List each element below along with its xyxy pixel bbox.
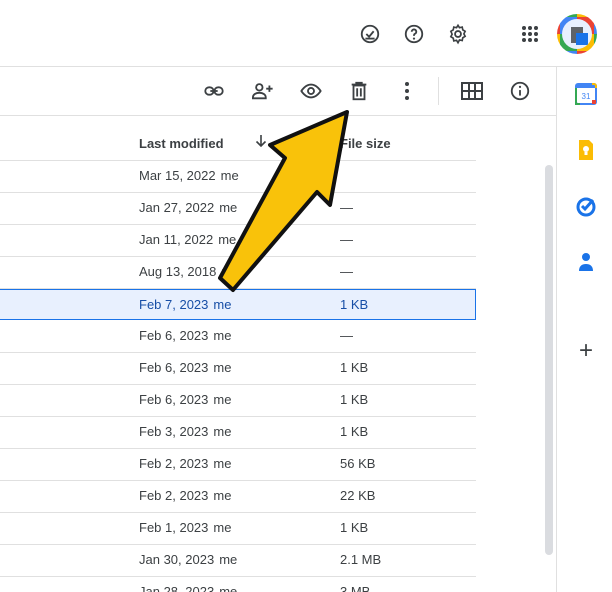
scrollbar[interactable] bbox=[545, 165, 553, 555]
selection-toolbar bbox=[0, 67, 556, 116]
file-size-cell: — bbox=[340, 264, 353, 279]
last-modified-cell: Feb 6, 2023 me bbox=[139, 392, 231, 407]
add-addon-icon[interactable]: + bbox=[575, 337, 597, 364]
modified-by: me bbox=[221, 264, 240, 279]
modified-date: Feb 1, 2023 bbox=[139, 520, 209, 535]
modified-by: me bbox=[213, 392, 232, 407]
file-size-cell: 3 MB bbox=[340, 584, 371, 592]
modified-date: Feb 2, 2023 bbox=[139, 456, 209, 471]
last-modified-cell: Feb 6, 2023 me bbox=[139, 328, 231, 343]
modified-date: Jan 30, 2023 bbox=[139, 552, 215, 567]
table-header: Last modified File size bbox=[0, 116, 476, 161]
modified-by: me bbox=[213, 297, 232, 312]
last-modified-cell: Feb 2, 2023 me bbox=[139, 456, 231, 471]
account-avatar[interactable] bbox=[557, 14, 597, 54]
file-list: Last modified File size Mar 15, 2022 me Ja… bbox=[0, 116, 540, 592]
table-row-selected[interactable]: Feb 7, 2023 me 1 KB bbox=[0, 289, 476, 320]
table-row[interactable]: Feb 6, 2023 me 1 KB bbox=[0, 353, 476, 385]
table-row[interactable]: Feb 1, 2023 me 1 KB bbox=[0, 513, 476, 545]
last-modified-cell: Feb 3, 2023 me bbox=[139, 424, 231, 439]
get-link-icon[interactable] bbox=[202, 79, 226, 103]
modified-date: Feb 6, 2023 bbox=[139, 360, 209, 375]
modified-date: Aug 13, 2018 bbox=[139, 264, 217, 279]
modified-date: Jan 11, 2022 bbox=[139, 232, 214, 247]
last-modified-cell: Jan 11, 2022 me bbox=[139, 232, 236, 247]
ready-for-offline-icon[interactable] bbox=[358, 22, 382, 46]
file-size-cell: 1 KB bbox=[340, 392, 369, 407]
modified-by: me bbox=[219, 584, 238, 592]
table-row[interactable]: Feb 2, 2023 me 56 KB bbox=[0, 449, 476, 481]
table-row[interactable]: Jan 30, 2023 me 2.1 MB bbox=[0, 545, 476, 577]
side-panel: 31 + bbox=[556, 67, 612, 592]
modified-by: me bbox=[219, 200, 238, 215]
file-size-cell: 1 KB bbox=[340, 297, 369, 312]
last-modified-cell: Jan 28, 2023 me bbox=[139, 584, 237, 592]
table-row[interactable]: Jan 28, 2023 me 3 MB bbox=[0, 577, 476, 592]
modified-date: Mar 15, 2022 bbox=[139, 168, 216, 183]
help-icon[interactable] bbox=[402, 22, 426, 46]
keep-icon[interactable] bbox=[575, 139, 597, 161]
modified-by: me bbox=[213, 520, 232, 535]
table-row[interactable]: Feb 6, 2023 me 1 KB bbox=[0, 385, 476, 417]
modified-date: Feb 3, 2023 bbox=[139, 424, 209, 439]
last-modified-cell: Feb 6, 2023 me bbox=[139, 360, 231, 375]
last-modified-cell: Aug 13, 2018 me bbox=[139, 264, 239, 279]
table-row[interactable]: Mar 15, 2022 me bbox=[0, 161, 476, 193]
table-row[interactable]: Jan 11, 2022 me — bbox=[0, 225, 476, 257]
modified-by: me bbox=[220, 168, 239, 183]
modified-date: Feb 7, 2023 bbox=[139, 297, 209, 312]
file-size-cell: 22 KB bbox=[340, 488, 376, 503]
modified-by: me bbox=[213, 360, 232, 375]
table-row[interactable]: Feb 6, 2023 me — bbox=[0, 321, 476, 353]
apps-grid-icon[interactable] bbox=[518, 22, 542, 46]
calendar-day-label: 31 bbox=[582, 92, 591, 101]
file-size-cell: 1 KB bbox=[340, 424, 369, 439]
table-row[interactable]: Jan 27, 2022 me — bbox=[0, 193, 476, 225]
more-actions-icon[interactable] bbox=[395, 79, 419, 103]
tasks-icon[interactable] bbox=[575, 195, 597, 217]
last-modified-cell: Jan 30, 2023 me bbox=[139, 552, 237, 567]
preview-icon[interactable] bbox=[299, 79, 323, 103]
contacts-icon[interactable] bbox=[575, 251, 597, 273]
last-modified-cell: Jan 27, 2022 me bbox=[139, 200, 237, 215]
table-row[interactable]: Aug 13, 2018 me — bbox=[0, 257, 476, 289]
file-size-cell: — bbox=[340, 328, 353, 343]
table-row[interactable]: Feb 2, 2023 me 22 KB bbox=[0, 481, 476, 513]
last-modified-cell: Mar 15, 2022 me bbox=[139, 168, 239, 183]
grid-view-icon[interactable] bbox=[460, 79, 484, 103]
top-bar bbox=[0, 0, 612, 67]
modified-date: Jan 28, 2023 bbox=[139, 584, 215, 592]
column-file-size[interactable]: File size bbox=[340, 136, 391, 151]
modified-date: Feb 6, 2023 bbox=[139, 392, 209, 407]
modified-by: me bbox=[213, 424, 232, 439]
modified-by: me bbox=[213, 328, 232, 343]
modified-by: me bbox=[213, 456, 232, 471]
last-modified-cell: Feb 1, 2023 me bbox=[139, 520, 231, 535]
calendar-icon[interactable]: 31 bbox=[575, 83, 597, 105]
table-row[interactable]: Feb 3, 2023 me 1 KB bbox=[0, 417, 476, 449]
file-size-cell: 2.1 MB bbox=[340, 552, 382, 567]
file-size-cell: 56 KB bbox=[340, 456, 376, 471]
toolbar-divider bbox=[438, 77, 439, 105]
file-size-cell: — bbox=[340, 200, 353, 215]
modified-by: me bbox=[218, 232, 237, 247]
settings-icon[interactable] bbox=[446, 22, 470, 46]
modified-date: Feb 2, 2023 bbox=[139, 488, 209, 503]
modified-date: Jan 27, 2022 bbox=[139, 200, 215, 215]
modified-date: Feb 6, 2023 bbox=[139, 328, 209, 343]
modified-by: me bbox=[213, 488, 232, 503]
file-size-cell: 1 KB bbox=[340, 520, 369, 535]
last-modified-cell: Feb 2, 2023 me bbox=[139, 488, 231, 503]
file-size-cell: 1 KB bbox=[340, 360, 369, 375]
sort-arrow-icon[interactable] bbox=[254, 134, 268, 151]
trash-icon[interactable] bbox=[347, 79, 371, 103]
last-modified-cell: Feb 7, 2023 me bbox=[139, 297, 231, 312]
share-icon[interactable] bbox=[251, 79, 275, 103]
column-last-modified[interactable]: Last modified bbox=[139, 136, 224, 151]
file-size-cell: — bbox=[340, 232, 353, 247]
modified-by: me bbox=[219, 552, 238, 567]
details-icon[interactable] bbox=[508, 79, 532, 103]
